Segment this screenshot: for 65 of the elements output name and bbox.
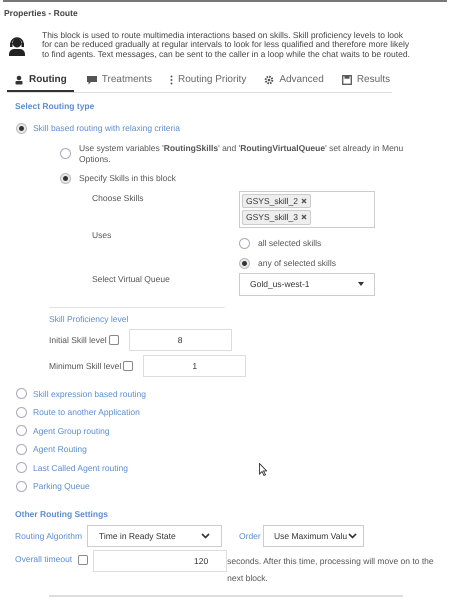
checkbox[interactable] bbox=[108, 335, 119, 346]
field-label: Routing Algorithm bbox=[15, 530, 84, 542]
section-heading: Other Routing Settings bbox=[14, 509, 110, 520]
option-label: any of selected skills bbox=[258, 258, 336, 269]
section-heading: Skill Proficiency level bbox=[49, 314, 130, 324]
chat-icon bbox=[86, 76, 97, 85]
save-icon bbox=[342, 75, 352, 86]
routing-option-label: Agent Routing bbox=[33, 444, 87, 455]
remove-icon[interactable] bbox=[300, 198, 307, 204]
agent-headset-icon bbox=[8, 36, 26, 56]
vertical-dots-icon bbox=[170, 75, 173, 86]
radio-button[interactable] bbox=[16, 480, 27, 492]
field-label: Minimum Skill level bbox=[49, 361, 122, 372]
routing-option-label: Route to another Application bbox=[33, 407, 140, 418]
skill-tag: GSYS_skill_3 bbox=[242, 210, 311, 225]
field-label: Choose Skills bbox=[92, 192, 144, 205]
checkbox[interactable] bbox=[123, 361, 134, 372]
number-field[interactable]: 8 bbox=[128, 329, 232, 352]
field-label: Initial Skill level bbox=[49, 335, 107, 346]
field-label: Overall timeout bbox=[15, 554, 72, 565]
radio-button[interactable] bbox=[16, 462, 27, 474]
radio-button[interactable] bbox=[16, 406, 27, 418]
algorithm-select[interactable]: Time in Ready State bbox=[87, 525, 222, 548]
tab[interactable]: Routing bbox=[7, 74, 74, 92]
section-heading: Select Routing type bbox=[14, 100, 96, 112]
routing-option-label: Parking Queue bbox=[33, 481, 90, 492]
field-label: Order bbox=[239, 530, 262, 542]
radio-button[interactable] bbox=[60, 172, 71, 184]
radio-button[interactable] bbox=[16, 444, 27, 455]
timeout-field[interactable]: 120 bbox=[93, 550, 228, 572]
tab[interactable]: Treatments bbox=[80, 74, 159, 92]
number-field[interactable]: 1 bbox=[143, 355, 246, 378]
routing-option-label: Skill expression based routing bbox=[33, 388, 146, 400]
tab[interactable]: Results bbox=[334, 74, 398, 92]
order-select[interactable]: Use Maximum Valu bbox=[263, 525, 364, 548]
tab[interactable]: Advanced bbox=[257, 74, 331, 92]
option-label: Use system variables 'RoutingSkills' and 'RoutingVirtualQueue' set already in Menu Options. bbox=[79, 143, 404, 165]
person-icon bbox=[14, 75, 24, 86]
radio-button[interactable] bbox=[239, 238, 250, 249]
checkbox[interactable] bbox=[78, 555, 88, 566]
caret-down-icon bbox=[358, 282, 364, 286]
chevron-down-icon bbox=[201, 533, 210, 540]
field-label: Uses bbox=[92, 230, 112, 242]
radio-button[interactable] bbox=[16, 123, 27, 134]
timeout-hint: seconds. After this time, processing will move on to the next block. bbox=[227, 555, 435, 586]
skill-tag: GSYS_skill_2 bbox=[242, 194, 311, 208]
routing-option-label: Last Called Agent routing bbox=[33, 462, 128, 474]
gear-icon bbox=[264, 75, 274, 86]
radio-button[interactable] bbox=[16, 388, 27, 400]
option-label: all selected skills bbox=[258, 238, 322, 249]
panel-title: Properties - Route bbox=[3, 7, 79, 19]
queue-select[interactable]: Gold_us-west-1 bbox=[239, 272, 375, 296]
routing-option-label: Agent Group routing bbox=[33, 426, 110, 436]
remove-icon[interactable] bbox=[300, 214, 307, 220]
mouse-cursor-icon bbox=[259, 463, 267, 476]
tab[interactable]: Routing Priority bbox=[162, 74, 254, 92]
radio-button[interactable] bbox=[239, 258, 250, 269]
routing-option-label: Skill based routing with relaxing criteria bbox=[33, 123, 180, 134]
block-description: This block is used to route multimedia interactions based on skills. Skill proficiency levels to look for can be reduced gradually at regular intervals to look for less qualified and therefore more likely to find agents. Text messages, can be sent to the caller in a loop while the chat waits to be routed. bbox=[42, 30, 410, 60]
field-label: Select Virtual Queue bbox=[92, 272, 171, 286]
skills-field[interactable]: GSYS_skill_2 GSYS_skill_3 bbox=[239, 190, 375, 228]
radio-button[interactable] bbox=[60, 148, 71, 160]
radio-button[interactable] bbox=[16, 425, 27, 436]
chevron-down-icon bbox=[348, 533, 357, 540]
option-label: Specify Skills in this block bbox=[79, 172, 176, 184]
